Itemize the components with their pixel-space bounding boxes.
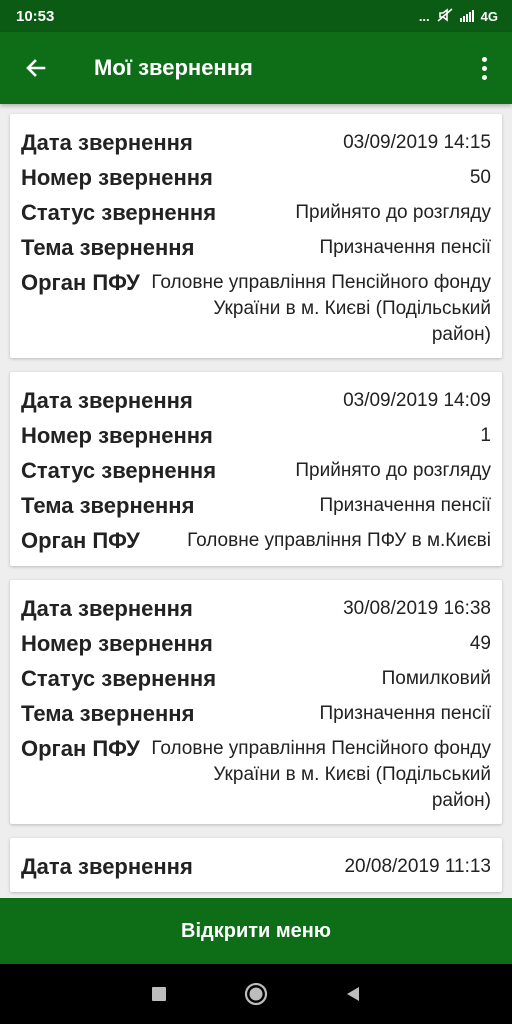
field-value: Призначення пенсії <box>319 703 491 724</box>
appeal-row: Орган ПФУ Головне управління ПФУ в м.Киє… <box>21 526 491 556</box>
field-label: Дата звернення <box>21 854 193 879</box>
appeal-row: Номер звернення 50 <box>21 163 491 193</box>
back-nav-button[interactable] <box>329 970 377 1018</box>
field-label: Тема звернення <box>21 235 195 260</box>
appeal-row: Статус звернення Помилковий <box>21 664 491 694</box>
page-title: Мої звернення <box>94 55 253 80</box>
appeal-card[interactable]: Дата звернення 30/08/2019 16:38 Номер зв… <box>10 580 502 824</box>
more-vert-icon <box>481 56 487 62</box>
appeal-row: Номер звернення 1 <box>21 421 491 451</box>
square-icon <box>151 987 166 1001</box>
appeal-card[interactable]: Дата звернення 03/09/2019 14:09 Номер зв… <box>10 372 502 566</box>
home-circle-icon <box>244 982 268 1006</box>
field-label: Тема звернення <box>21 701 195 726</box>
appeal-row: Номер звернення 49 <box>21 629 491 659</box>
field-label: Дата звернення <box>21 596 193 621</box>
field-label: Статус звернення <box>21 200 217 225</box>
appeal-row: Статус звернення Прийнято до розгляду <box>21 198 491 228</box>
status-dots: ... <box>418 8 430 24</box>
field-label: Дата звернення <box>21 388 193 413</box>
field-label: Статус звернення <box>21 458 217 483</box>
field-value: Прийнято до розгляду <box>295 460 491 481</box>
field-value: 03/09/2019 14:09 <box>343 390 491 411</box>
recents-button[interactable] <box>135 970 183 1018</box>
appeal-row: Тема звернення Призначення пенсії <box>21 699 491 729</box>
field-value: 20/08/2019 11:13 <box>344 856 491 877</box>
home-button[interactable] <box>232 970 280 1018</box>
field-label: Орган ПФУ <box>21 736 140 761</box>
appeals-list[interactable]: Дата звернення 03/09/2019 14:15 Номер зв… <box>0 104 512 898</box>
appeal-row: Тема звернення Призначення пенсії <box>21 491 491 521</box>
appeal-card[interactable]: Дата звернення 20/08/2019 11:13 <box>10 838 502 892</box>
overflow-menu-button[interactable] <box>464 40 504 96</box>
field-value: 30/08/2019 16:38 <box>343 598 491 619</box>
appeal-row: Дата звернення 03/09/2019 14:15 <box>21 128 491 158</box>
field-label: Статус звернення <box>21 666 217 691</box>
triangle-back-icon <box>347 987 360 1001</box>
open-menu-button[interactable]: Відкрити меню <box>0 898 512 964</box>
field-value: Головне управління Пенсійного фонду Укра… <box>151 272 491 345</box>
field-label: Орган ПФУ <box>21 270 140 295</box>
appeal-row: Статус звернення Прийнято до розгляду <box>21 456 491 486</box>
system-nav-bar <box>0 964 512 1024</box>
field-label: Дата звернення <box>21 130 193 155</box>
status-time: 10:53 <box>16 7 55 25</box>
status-bar: 10:53 ... 4G <box>0 0 512 32</box>
signal-icon <box>459 10 474 22</box>
status-icons: ... 4G <box>418 7 498 25</box>
app-bar: Мої звернення <box>0 32 512 104</box>
field-label: Номер звернення <box>21 631 213 656</box>
field-label: Номер звернення <box>21 423 213 448</box>
field-value: 1 <box>480 425 491 446</box>
field-label: Орган ПФУ <box>21 528 140 553</box>
appeal-row: Дата звернення 03/09/2019 14:09 <box>21 386 491 416</box>
more-vert-icon-dot <box>481 74 487 80</box>
appeal-row: Тема звернення Призначення пенсії <box>21 233 491 263</box>
field-value: 49 <box>469 633 491 654</box>
field-value: 50 <box>469 167 491 188</box>
more-vert-icon-dot <box>481 65 487 71</box>
field-value: Помилковий <box>381 668 491 689</box>
field-label: Номер звернення <box>21 165 213 190</box>
field-value: Головне управління ПФУ в м.Києві <box>187 530 491 551</box>
network-type: 4G <box>480 8 498 24</box>
field-value: Головне управління Пенсійного фонду Укра… <box>151 738 491 811</box>
appeal-card[interactable]: Дата звернення 03/09/2019 14:15 Номер зв… <box>10 114 502 358</box>
arrow-left-icon <box>26 59 46 77</box>
field-value: Прийнято до розгляду <box>295 202 491 223</box>
field-value: 03/09/2019 14:15 <box>343 132 491 153</box>
appeal-row: Орган ПФУ Головне управління Пенсійного … <box>21 734 491 814</box>
appeal-row: Дата звернення 30/08/2019 16:38 <box>21 594 491 624</box>
back-button[interactable] <box>8 40 64 96</box>
field-value: Призначення пенсії <box>319 237 491 258</box>
appeal-row: Орган ПФУ Головне управління Пенсійного … <box>21 268 491 348</box>
field-value: Призначення пенсії <box>319 495 491 516</box>
appeal-row: Дата звернення 20/08/2019 11:13 <box>21 852 491 882</box>
field-label: Тема звернення <box>21 493 195 518</box>
mute-icon <box>437 7 453 25</box>
